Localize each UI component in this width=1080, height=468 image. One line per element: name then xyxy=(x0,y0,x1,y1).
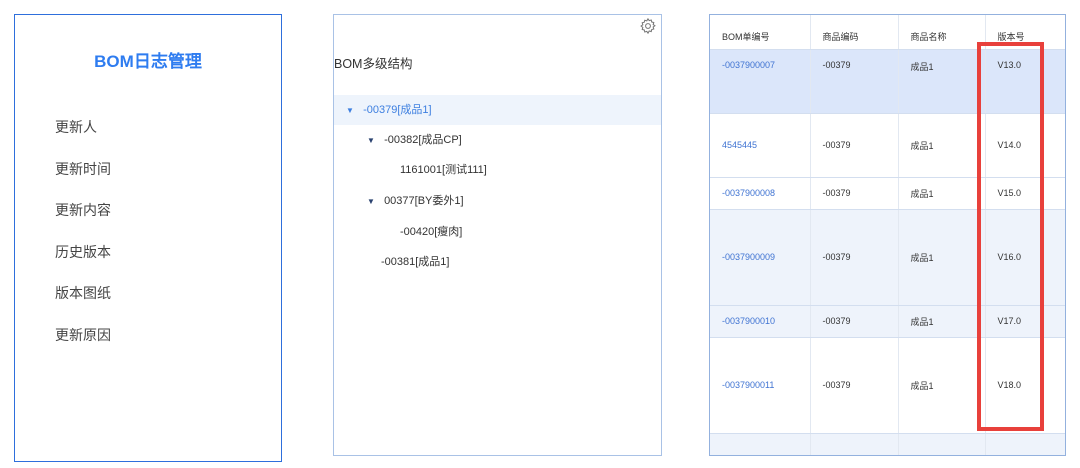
structure-title: BOM多级结构 xyxy=(334,57,413,71)
table-row[interactable]: -0037900009 -00379 成品1 V16.0 xyxy=(710,209,1065,306)
product-code-cell: -00379 xyxy=(810,337,899,434)
bom-no-link[interactable]: -0037900007 xyxy=(710,49,811,114)
product-name-cell: 成品1 xyxy=(898,305,986,338)
table-header-row: BOM单编号 商品编码 商品名称 版本号 xyxy=(710,15,1065,50)
product-name-cell: 成品1 xyxy=(898,49,986,114)
tree-node-00377[interactable]: ▼ 00377[BY委外1] xyxy=(334,186,661,216)
table-row[interactable]: -0037900007 -00379 成品1 V13.0 xyxy=(710,49,1065,114)
table-row[interactable]: -0037900008 -00379 成品1 V15.0 xyxy=(710,177,1065,210)
table-row[interactable]: -0037900011 -00379 成品1 V18.0 xyxy=(710,337,1065,434)
bom-table-panel: BOM单编号 商品编码 商品名称 版本号 -0037900007 -00379 … xyxy=(709,14,1066,456)
tree-node-label: 00377[BY委外1] xyxy=(384,195,464,207)
product-name-cell: 成品1 xyxy=(898,209,986,306)
tree-node-00382[interactable]: ▼ -00382[成品CP] xyxy=(334,125,661,155)
tree-node-root[interactable]: ▼ -00379[成品1] xyxy=(334,95,661,125)
product-code-cell: -00379 xyxy=(810,305,899,338)
tree-node-label: -00420[瘦肉] xyxy=(400,226,463,238)
bom-no-link[interactable]: -0037900011 xyxy=(710,337,811,434)
bom-structure-panel: BOM多级结构 ▼ -00379[成品1] ▼ -00382[成品CP] 116… xyxy=(333,14,662,456)
bom-no-link[interactable]: -0037900009 xyxy=(710,209,811,306)
table-row[interactable]: -0037900010 -00379 成品1 V17.0 xyxy=(710,305,1065,338)
column-header-bom-no[interactable]: BOM单编号 xyxy=(710,15,811,50)
tree-node-label: -00381[成品1] xyxy=(381,256,450,268)
product-code-cell: -00379 xyxy=(810,177,899,210)
bom-no-link[interactable]: -0037900010 xyxy=(710,305,811,338)
column-header-product-name[interactable]: 商品名称 xyxy=(898,15,986,50)
version-cell: V13.0 xyxy=(985,49,1065,114)
tree-node-00420[interactable]: -00420[瘦肉] xyxy=(334,217,661,247)
tree-node-label: -00379[成品1] xyxy=(363,104,432,116)
tree-node-1161001[interactable]: 1161001[测试111] xyxy=(334,155,661,185)
product-code-cell: -00379 xyxy=(810,49,899,114)
product-code-cell: -00379 xyxy=(810,113,899,178)
tree-node-00381[interactable]: -00381[成品1] xyxy=(334,247,661,277)
product-name-cell: 成品1 xyxy=(898,113,986,178)
version-cell: V14.0 xyxy=(985,113,1065,178)
bom-no-link[interactable]: 4545445 xyxy=(710,113,811,178)
version-cell: V17.0 xyxy=(985,305,1065,338)
tree-node-label: -00382[成品CP] xyxy=(384,134,462,146)
log-field-update-time: 更新时间 xyxy=(55,160,111,177)
expand-caret-icon[interactable]: ▼ xyxy=(346,96,360,126)
bom-log-panel: BOM日志管理 更新人 更新时间 更新内容 历史版本 版本图纸 更新原因 xyxy=(14,14,282,462)
version-cell: V15.0 xyxy=(985,177,1065,210)
log-field-list: 更新人 更新时间 更新内容 历史版本 版本图纸 更新原因 xyxy=(55,117,111,367)
log-field-version-drawing: 版本图纸 xyxy=(55,285,111,302)
log-field-update-reason: 更新原因 xyxy=(55,326,111,343)
column-header-version[interactable]: 版本号 xyxy=(985,15,1065,50)
version-cell: V18.0 xyxy=(985,337,1065,434)
log-field-history-version: 历史版本 xyxy=(55,243,111,260)
version-cell: V16.0 xyxy=(985,209,1065,306)
log-field-updater: 更新人 xyxy=(55,119,97,135)
bom-table: BOM单编号 商品编码 商品名称 版本号 -0037900007 -00379 … xyxy=(710,15,1065,455)
expand-caret-icon[interactable]: ▼ xyxy=(367,187,381,217)
gear-icon[interactable] xyxy=(639,17,657,35)
log-panel-title: BOM日志管理 xyxy=(94,52,202,71)
table-row-partial xyxy=(710,433,1065,455)
product-name-cell: 成品1 xyxy=(898,177,986,210)
column-header-product-code[interactable]: 商品编码 xyxy=(810,15,899,50)
tree-node-label: 1161001[测试111] xyxy=(400,164,487,176)
log-field-update-content: 更新内容 xyxy=(55,202,111,219)
product-name-cell: 成品1 xyxy=(898,337,986,434)
product-code-cell: -00379 xyxy=(810,209,899,306)
table-row[interactable]: 4545445 -00379 成品1 V14.0 xyxy=(710,113,1065,178)
bom-no-link[interactable]: -0037900008 xyxy=(710,177,811,210)
expand-caret-icon[interactable]: ▼ xyxy=(367,126,381,156)
